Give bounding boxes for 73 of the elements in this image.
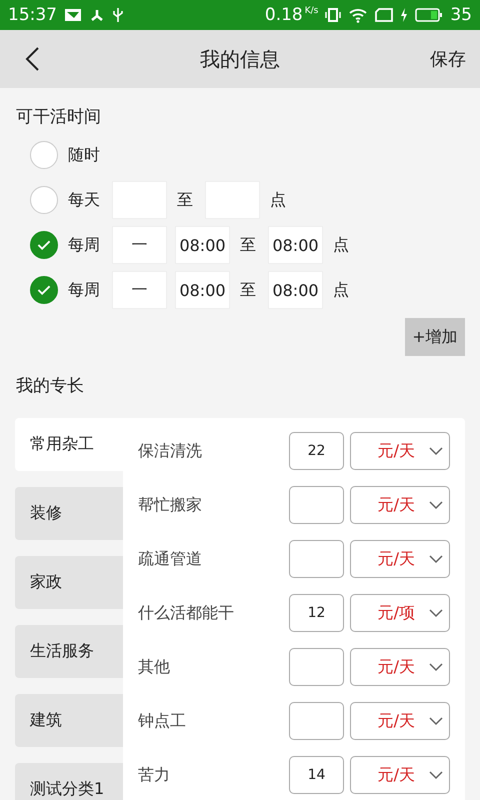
category-tab[interactable]: 建筑 [15,694,123,747]
chevron-down-icon [429,662,443,672]
unit-dropdown[interactable]: 元/天 [350,702,450,740]
chevron-down-icon [429,500,443,510]
radio-button[interactable] [30,186,58,214]
unit-label: 点 [333,280,349,300]
price-field[interactable] [289,648,344,686]
time-field[interactable]: 08:00 [175,271,230,309]
weekday-field[interactable]: 一 [112,226,167,264]
weekday-field[interactable]: 一 [112,271,167,309]
range-separator: 至 [177,190,193,210]
chevron-down-icon [429,716,443,726]
section-title: 可干活时间 [15,106,102,129]
chevron-down-icon [429,770,443,780]
category-tab[interactable]: 测试分类1 [15,763,123,800]
radio-button[interactable] [30,141,58,169]
item-name: 钟点工 [138,710,187,732]
option-label: 随时 [68,144,101,166]
save-button[interactable]: 保存 [430,47,466,71]
unit-dropdown[interactable]: 元/天 [350,486,450,524]
unit-dropdown[interactable]: 元/天 [350,432,450,470]
unit-label: 点 [270,190,286,210]
price-field[interactable]: 22 [289,432,344,470]
network-speed: 0.18 [264,5,303,25]
range-separator: 至 [240,234,256,256]
price-field[interactable] [289,486,344,524]
price-field[interactable]: 14 [289,756,344,794]
page-title: 我的信息 [200,46,280,72]
speed-unit: K/s [304,6,318,16]
item-name: 苦力 [138,764,171,786]
item-name: 什么活都能干 [138,602,235,624]
range-separator: 至 [240,280,256,300]
price-field[interactable]: 12 [289,594,344,632]
battery-percent: 35 [450,5,472,25]
option-label: 每周 [68,280,101,300]
usb-icon [112,7,124,23]
sim-icon [375,8,394,22]
item-name: 帮忙搬家 [138,494,203,516]
unit-dropdown[interactable]: 元/天 [350,540,450,578]
price-field[interactable] [289,702,344,740]
radio-button[interactable] [30,276,58,304]
chevron-down-icon [429,446,443,456]
unit-dropdown[interactable]: 元/天 [350,756,450,794]
wifi-icon [348,7,368,23]
category-tab[interactable]: 装修 [15,487,123,540]
time-field[interactable]: 08:00 [268,271,323,309]
item-name: 保洁清洗 [138,440,203,462]
unit-dropdown[interactable]: 元/天 [350,648,450,686]
unit-label: 点 [333,234,349,256]
radio-button[interactable] [30,231,58,259]
category-tab[interactable]: 生活服务 [15,625,123,678]
option-label: 每天 [68,190,101,210]
unit-dropdown[interactable]: 元/项 [350,594,450,632]
time-field[interactable]: 08:00 [175,226,230,264]
section-title: 我的专长 [15,375,85,398]
chevron-down-icon [429,608,443,618]
network-icon [89,8,105,22]
item-name: 疏通管道 [138,548,203,570]
back-button[interactable] [24,46,40,72]
add-button[interactable]: +增加 [405,318,465,356]
category-tab[interactable]: 家政 [15,556,123,609]
battery-icon [415,7,444,23]
chevron-down-icon [429,554,443,564]
back-icon [24,46,40,72]
charging-icon [400,8,408,22]
category-tab[interactable]: 常用杂工 [15,418,123,471]
price-field[interactable] [289,540,344,578]
picture-icon [64,8,82,22]
option-label: 每周 [68,234,101,256]
vibrate-icon [325,8,342,22]
clock: 15:37 [8,5,57,25]
time-field[interactable]: 08:00 [268,226,323,264]
item-name: 其他 [138,656,171,678]
